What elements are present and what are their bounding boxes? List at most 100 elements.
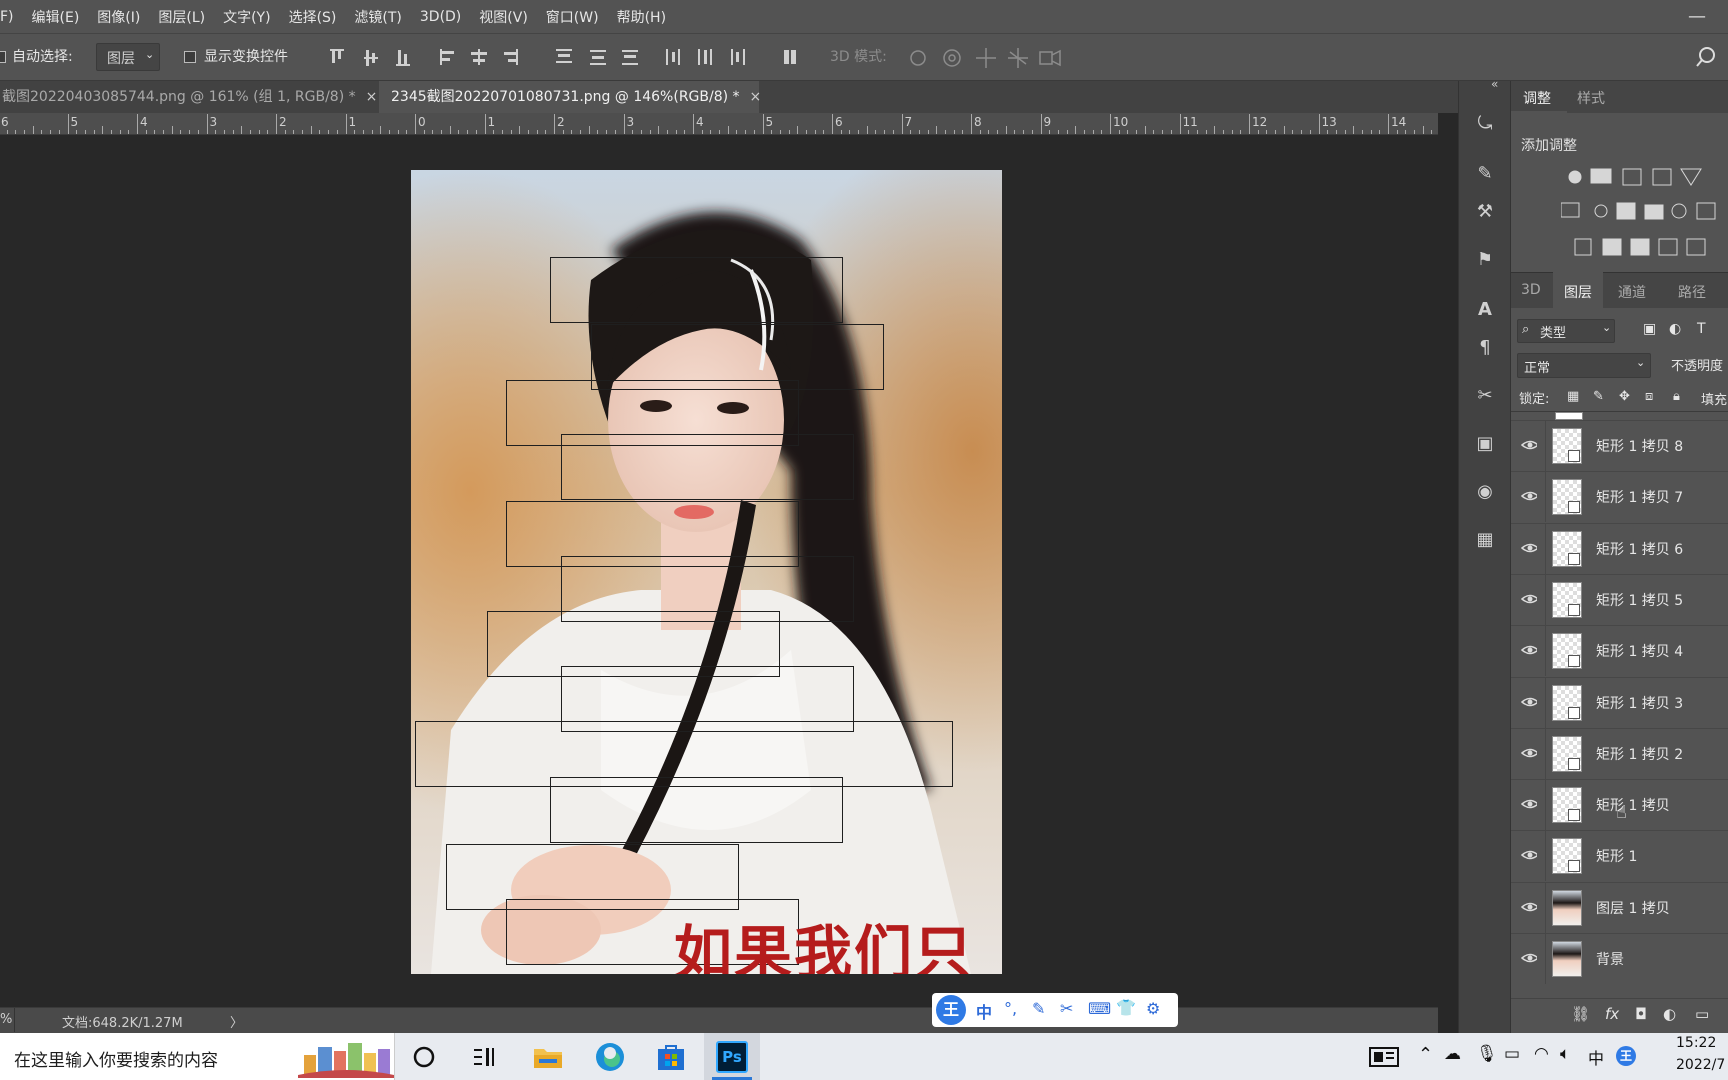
onedrive-icon[interactable]: ☁ xyxy=(1444,1044,1461,1064)
volume-icon[interactable]: 🔈︎ xyxy=(1560,1044,1570,1064)
ime-handwrite-icon[interactable]: ✎ xyxy=(1032,999,1045,1018)
ime-logo-icon[interactable]: 王 xyxy=(936,995,966,1025)
layer-row[interactable]: 矩形 1 拷贝 7 xyxy=(1511,471,1728,523)
layer-name[interactable]: 矩形 1 拷贝 xyxy=(1596,795,1670,815)
auto-select-dropdown[interactable]: 图层 ⌄ xyxy=(96,43,160,71)
layer-name[interactable]: 背景 xyxy=(1596,949,1624,969)
layer-name[interactable]: 矩形 1 xyxy=(1596,846,1637,866)
eye-icon[interactable] xyxy=(1521,950,1537,966)
properties-icon[interactable]: ▣ xyxy=(1472,431,1498,457)
news-widget-icon[interactable] xyxy=(1368,1045,1400,1069)
layer-name[interactable]: 矩形 1 拷贝 4 xyxy=(1596,641,1683,661)
lock-position-icon[interactable]: ✥ xyxy=(1619,389,1630,404)
wifi-icon[interactable]: ◠ xyxy=(1534,1044,1549,1064)
blend-mode-dropdown[interactable]: 正常 ⌄ xyxy=(1517,353,1651,378)
menu-window[interactable]: 窗口(W) xyxy=(537,7,608,27)
image-filter-icon[interactable]: ▣ xyxy=(1643,321,1656,337)
menu-help[interactable]: 帮助(H) xyxy=(608,7,675,27)
lock-all-icon[interactable]: 🔒︎ xyxy=(1673,389,1680,404)
clock-date[interactable]: 2022/7 xyxy=(1676,1057,1725,1073)
eye-icon[interactable] xyxy=(1521,899,1537,915)
collapse-panels-icon[interactable]: « xyxy=(1491,77,1498,91)
clock-time[interactable]: 15:22 xyxy=(1676,1035,1716,1051)
history-icon[interactable]: ⤿ xyxy=(1472,111,1498,137)
battery-icon[interactable]: ▭ xyxy=(1504,1044,1520,1064)
close-icon[interactable]: × xyxy=(750,89,762,105)
layer-row[interactable]: 矩形 1 拷贝 4 xyxy=(1511,625,1728,677)
edge-browser-icon[interactable] xyxy=(594,1041,626,1073)
lock-pixels-icon[interactable]: ✎ xyxy=(1593,389,1604,404)
tab-adjustments[interactable]: 调整 xyxy=(1523,88,1551,108)
menu-type[interactable]: 文字(Y) xyxy=(214,7,279,27)
tab-channels[interactable]: 通道 xyxy=(1618,282,1646,302)
tab-document-2[interactable]: 2345截图20220701080731.png @ 146%(RGB/8) *… xyxy=(379,81,762,113)
eye-icon[interactable] xyxy=(1521,488,1537,504)
swatches-icon[interactable]: ▦ xyxy=(1472,527,1498,553)
close-icon[interactable]: × xyxy=(366,89,378,105)
tab-styles[interactable]: 样式 xyxy=(1577,88,1605,108)
brush-settings-icon[interactable]: ⚒ xyxy=(1472,199,1498,225)
layer-row[interactable]: 矩形 1 拷贝 3 xyxy=(1511,676,1728,728)
layer-row[interactable]: 矩形 1 xyxy=(1511,830,1728,882)
adjustment-layer-icon[interactable]: ◐ xyxy=(1663,1005,1676,1023)
document-canvas[interactable]: 如果我们只 xyxy=(411,170,1002,974)
file-explorer-icon[interactable] xyxy=(533,1043,563,1071)
brush-icon[interactable]: ✎ xyxy=(1472,161,1498,187)
ime-settings-icon[interactable]: ⚙ xyxy=(1146,999,1160,1018)
ime-skin-icon[interactable]: 👕 xyxy=(1116,998,1136,1017)
layer-filter-dropdown[interactable]: ⌕ 类型 ⌄ xyxy=(1517,319,1615,343)
adjustment-icons[interactable] xyxy=(1561,163,1728,273)
layer-name[interactable]: 矩形 1 拷贝 2 xyxy=(1596,744,1683,764)
color-icon[interactable]: ◉ xyxy=(1472,479,1498,505)
eye-icon[interactable] xyxy=(1521,847,1537,863)
photoshop-taskbar-item[interactable]: Ps xyxy=(704,1033,760,1080)
layer-name[interactable]: 矩形 1 拷贝 6 xyxy=(1596,539,1683,559)
ime-screenshot-icon[interactable]: ✂ xyxy=(1060,999,1073,1018)
eye-icon[interactable] xyxy=(1521,540,1537,556)
layer-name[interactable]: 矩形 1 拷贝 5 xyxy=(1596,590,1683,610)
layer-name[interactable]: 矩形 1 拷贝 3 xyxy=(1596,693,1683,713)
layer-row[interactable]: 矩形 1 拷贝 6 xyxy=(1511,522,1728,574)
ime-punctuation-icon[interactable]: °, xyxy=(1004,999,1017,1018)
menu-image[interactable]: 图像(I) xyxy=(88,7,149,27)
status-arrow-icon[interactable]: 〉 xyxy=(230,1012,243,1031)
layer-name[interactable]: 矩形 1 拷贝 8 xyxy=(1596,436,1683,456)
adjustment-filter-icon[interactable]: ◐ xyxy=(1669,321,1681,337)
layer-row[interactable]: 背景 xyxy=(1511,933,1728,984)
layer-row[interactable]: 图层 1 拷贝 xyxy=(1511,881,1728,933)
eye-icon[interactable] xyxy=(1521,642,1537,658)
layer-name[interactable]: 图层 1 拷贝 xyxy=(1596,898,1670,918)
minimize-icon[interactable]: — xyxy=(1688,6,1706,27)
lock-artboard-icon[interactable]: ⧈ xyxy=(1645,389,1653,404)
eye-icon[interactable] xyxy=(1521,591,1537,607)
zoom-readout[interactable]: % xyxy=(0,1012,12,1027)
ime-tray-logo-icon[interactable]: 王 xyxy=(1616,1046,1636,1066)
taskbar-search-box[interactable]: 在这里输入你要搜索的内容 xyxy=(0,1033,395,1080)
fx-icon[interactable]: fx xyxy=(1605,1005,1619,1023)
eye-icon[interactable] xyxy=(1521,437,1537,453)
lock-transparency-icon[interactable]: ▦ xyxy=(1567,389,1579,404)
rectangle-strip[interactable] xyxy=(550,777,843,843)
new-group-icon[interactable]: ▭ xyxy=(1695,1005,1709,1023)
clone-source-icon[interactable]: ⚑ xyxy=(1472,247,1498,273)
layer-name[interactable]: 矩形 1 拷贝 7 xyxy=(1596,487,1683,507)
menu-view[interactable]: 视图(V) xyxy=(470,7,537,27)
ime-chinese-mode[interactable]: 中 xyxy=(976,999,992,1023)
type-filter-icon[interactable]: T xyxy=(1697,321,1706,337)
eye-icon[interactable] xyxy=(1521,694,1537,710)
layer-row[interactable]: 矩形 1 拷贝 ☝ xyxy=(1511,779,1728,831)
search-icon[interactable] xyxy=(1696,46,1718,68)
tab-paths[interactable]: 路径 xyxy=(1678,282,1706,302)
eye-icon[interactable] xyxy=(1521,745,1537,761)
microphone-icon[interactable]: 🎙︎ xyxy=(1476,1044,1498,1064)
menu-filter[interactable]: 滤镜(T) xyxy=(345,7,410,27)
rectangle-strip[interactable] xyxy=(550,257,843,323)
menu-select[interactable]: 选择(S) xyxy=(280,7,346,27)
menu-edit[interactable]: 编辑(E) xyxy=(23,7,89,27)
tray-expand-icon[interactable]: ⌃ xyxy=(1418,1044,1433,1065)
link-layers-icon[interactable]: ⛓ xyxy=(1571,1005,1590,1023)
mask-icon[interactable]: ◘ xyxy=(1635,1005,1647,1023)
character-icon[interactable]: A xyxy=(1472,297,1498,323)
layer-row[interactable]: 矩形 1 拷贝 2 xyxy=(1511,727,1728,779)
menu-file[interactable]: F) xyxy=(0,9,23,25)
